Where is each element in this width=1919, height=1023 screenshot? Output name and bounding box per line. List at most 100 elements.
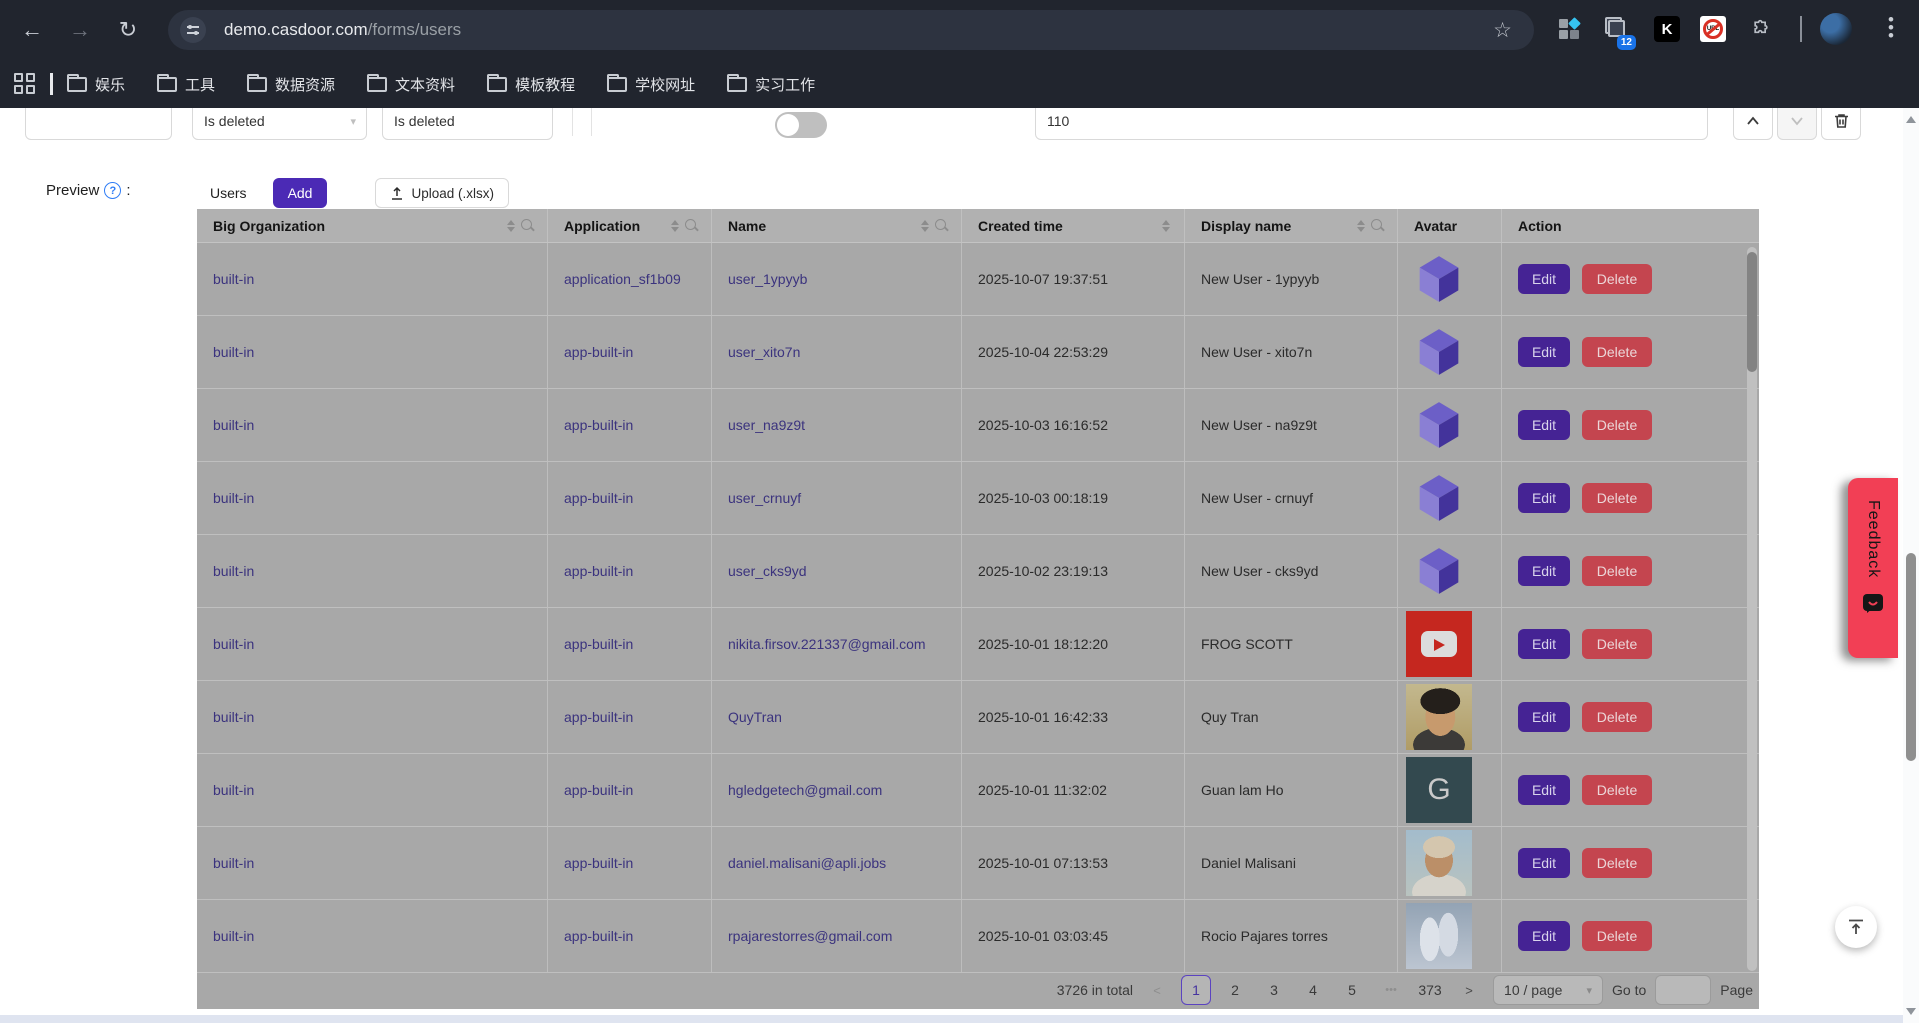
tab-users[interactable]: Users <box>210 185 247 201</box>
sort-icon[interactable] <box>507 220 515 232</box>
username-link[interactable]: user_cks9yd <box>728 563 807 579</box>
bookmark-folder[interactable]: 数据资源 <box>247 74 335 95</box>
application-link[interactable]: app-built-in <box>564 417 633 433</box>
table-scrollbar[interactable] <box>1747 247 1757 971</box>
username-link[interactable]: user_na9z9t <box>728 417 805 433</box>
bookmark-folder[interactable]: 实习工作 <box>727 74 815 95</box>
username-link[interactable]: hgledgetech@gmail.com <box>728 782 882 798</box>
site-settings-icon[interactable] <box>180 17 206 43</box>
edit-button[interactable]: Edit <box>1518 337 1570 367</box>
delete-button[interactable]: Delete <box>1582 848 1652 878</box>
delete-button[interactable]: Delete <box>1582 483 1652 513</box>
application-link[interactable]: app-built-in <box>564 782 633 798</box>
application-link[interactable]: app-built-in <box>564 855 633 871</box>
org-link[interactable]: built-in <box>213 782 254 798</box>
org-link[interactable]: built-in <box>213 636 254 652</box>
url-text[interactable]: demo.casdoor.com/forms/users <box>224 20 461 40</box>
back-icon[interactable]: ← <box>16 14 48 46</box>
org-link[interactable]: built-in <box>213 563 254 579</box>
edit-button[interactable]: Edit <box>1518 556 1570 586</box>
page-size-select[interactable]: 10 / page▾ <box>1493 975 1603 1005</box>
reload-icon[interactable]: ↻ <box>112 14 144 46</box>
org-link[interactable]: built-in <box>213 490 254 506</box>
chrome-menu-icon[interactable]: ••• <box>1884 16 1898 40</box>
column-header-application[interactable]: Application <box>548 209 712 242</box>
feedback-tab[interactable]: Feedback <box>1848 478 1898 658</box>
prev-page-button[interactable]: < <box>1142 975 1172 1005</box>
application-link[interactable]: app-built-in <box>564 490 633 506</box>
upload-xlsx-button[interactable]: Upload (.xlsx) <box>375 178 509 208</box>
column-header-name[interactable]: Name <box>712 209 962 242</box>
sort-icon[interactable] <box>671 220 679 232</box>
is-deleted-select[interactable]: Is deleted▾ <box>192 108 367 140</box>
last-page-button[interactable]: 373 <box>1415 975 1445 1005</box>
delete-button[interactable]: Delete <box>1582 921 1652 951</box>
apps-grid-icon[interactable] <box>14 73 36 95</box>
application-link[interactable]: application_sf1b09 <box>564 271 681 287</box>
application-link[interactable]: app-built-in <box>564 636 633 652</box>
bookmark-star-icon[interactable]: ☆ <box>1493 18 1512 43</box>
next-page-button[interactable]: > <box>1454 975 1484 1005</box>
forward-icon[interactable]: → <box>64 14 96 46</box>
edit-button[interactable]: Edit <box>1518 921 1570 951</box>
bookmark-folder[interactable]: 模板教程 <box>487 74 575 95</box>
number-input[interactable]: 110 <box>1035 108 1708 140</box>
username-link[interactable]: user_xito7n <box>728 344 800 360</box>
application-link[interactable]: app-built-in <box>564 563 633 579</box>
delete-row-button[interactable] <box>1821 108 1861 140</box>
extensions-puzzle-icon[interactable] <box>1748 16 1774 42</box>
extension-url-blocker-icon[interactable]: URL <box>1700 16 1726 42</box>
search-icon[interactable] <box>685 219 699 233</box>
search-icon[interactable] <box>521 219 535 233</box>
profile-avatar[interactable] <box>1820 13 1852 45</box>
ellipsis-pages[interactable]: ••• <box>1376 975 1406 1005</box>
page-2[interactable]: 2 <box>1220 975 1250 1005</box>
username-link[interactable]: user_1ypyyb <box>728 271 807 287</box>
org-link[interactable]: built-in <box>213 417 254 433</box>
address-bar[interactable]: demo.casdoor.com/forms/users ☆ <box>168 10 1534 50</box>
application-link[interactable]: app-built-in <box>564 709 633 725</box>
username-link[interactable]: QuyTran <box>728 709 782 725</box>
toggle-switch-off[interactable] <box>775 112 827 138</box>
bookmark-folder[interactable]: 学校网址 <box>607 74 695 95</box>
page-4[interactable]: 4 <box>1298 975 1328 1005</box>
page-1[interactable]: 1 <box>1181 975 1211 1005</box>
extension-grid-icon[interactable] <box>1556 16 1582 42</box>
application-link[interactable]: app-built-in <box>564 344 633 360</box>
application-link[interactable]: app-built-in <box>564 928 633 944</box>
is-deleted-input[interactable]: Is deleted <box>382 108 553 140</box>
scroll-up-arrow[interactable] <box>1906 116 1916 123</box>
sort-icon[interactable] <box>921 220 929 232</box>
scrollbar-thumb[interactable] <box>1906 553 1916 761</box>
column-header-created-time[interactable]: Created time <box>962 209 1185 242</box>
move-up-button[interactable] <box>1733 108 1773 140</box>
org-link[interactable]: built-in <box>213 928 254 944</box>
page-5[interactable]: 5 <box>1337 975 1367 1005</box>
help-icon[interactable]: ? <box>104 182 121 199</box>
move-down-button[interactable] <box>1777 108 1817 140</box>
edit-button[interactable]: Edit <box>1518 848 1570 878</box>
column-header-display-name[interactable]: Display name <box>1185 209 1398 242</box>
sort-icon[interactable] <box>1357 220 1365 232</box>
org-link[interactable]: built-in <box>213 271 254 287</box>
delete-button[interactable]: Delete <box>1582 556 1652 586</box>
org-link[interactable]: built-in <box>213 344 254 360</box>
goto-page-input[interactable] <box>1655 975 1711 1005</box>
edit-button[interactable]: Edit <box>1518 264 1570 294</box>
clipped-field[interactable] <box>25 108 172 140</box>
extension-k-icon[interactable]: K <box>1654 16 1680 42</box>
bookmark-folder[interactable]: 文本资料 <box>367 74 455 95</box>
back-to-top-button[interactable] <box>1835 906 1877 948</box>
page-3[interactable]: 3 <box>1259 975 1289 1005</box>
delete-button[interactable]: Delete <box>1582 702 1652 732</box>
org-link[interactable]: built-in <box>213 709 254 725</box>
bookmark-folder[interactable]: 娱乐 <box>67 74 125 95</box>
delete-button[interactable]: Delete <box>1582 629 1652 659</box>
delete-button[interactable]: Delete <box>1582 410 1652 440</box>
bookmark-folder[interactable]: 工具 <box>157 74 215 95</box>
scroll-down-arrow[interactable] <box>1906 1008 1916 1015</box>
username-link[interactable]: user_crnuyf <box>728 490 801 506</box>
sort-icon[interactable] <box>1162 220 1170 232</box>
delete-button[interactable]: Delete <box>1582 337 1652 367</box>
delete-button[interactable]: Delete <box>1582 264 1652 294</box>
